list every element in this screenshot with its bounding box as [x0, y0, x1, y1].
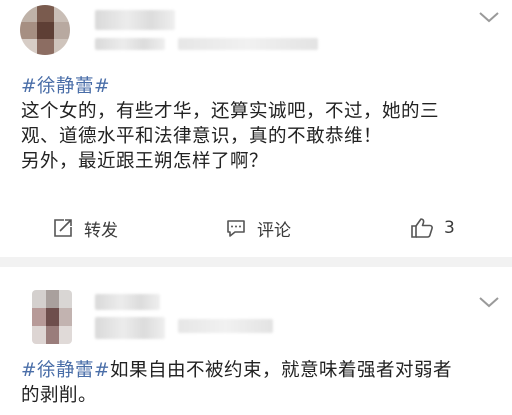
post-text-line: 这个女的，有些才华，还算实诚吧，不过，她的三 [21, 101, 440, 122]
repost-button[interactable]: 转发 [52, 208, 118, 248]
chevron-down-icon[interactable] [478, 295, 500, 309]
username-redacted[interactable] [95, 294, 160, 310]
post-text-line: 另外，最近跟王朔怎样了啊？ [21, 151, 269, 172]
post-meta-redacted [95, 38, 165, 50]
like-button[interactable]: 3 [410, 208, 455, 248]
repost-label: 转发 [84, 220, 118, 241]
post-meta-redacted [178, 38, 318, 50]
hashtag[interactable]: #徐静蕾# [21, 360, 110, 381]
post-text-line: 观、道德水平和法律意识，真的不敢恭维！ [21, 126, 383, 147]
post-meta-redacted [178, 319, 273, 333]
chevron-down-icon[interactable] [478, 10, 500, 24]
avatar[interactable] [32, 290, 72, 344]
post-text: #徐静蕾# 这个女的，有些才华，还算实诚吧，不过，她的三 观、道德水平和法律意识… [21, 74, 502, 174]
avatar[interactable] [20, 5, 70, 55]
post-1: #徐静蕾# 这个女的，有些才华，还算实诚吧，不过，她的三 观、道德水平和法律意识… [0, 0, 512, 257]
post-separator [0, 257, 512, 267]
post-text: #徐静蕾#如果自由不被约束，就意味着强者对弱者 的剥削。 [21, 358, 502, 408]
like-count: 3 [444, 218, 455, 238]
post-2: #徐静蕾#如果自由不被约束，就意味着强者对弱者 的剥削。 [0, 267, 512, 415]
post-meta-redacted [95, 317, 165, 339]
post-text-line: 如果自由不被约束，就意味着强者对弱者 [110, 360, 453, 381]
repost-icon [54, 219, 72, 237]
username-redacted[interactable] [95, 10, 175, 30]
comment-icon [227, 220, 245, 237]
hashtag[interactable]: #徐静蕾# [21, 76, 110, 97]
like-icon [411, 218, 433, 238]
comment-label: 评论 [257, 220, 291, 241]
post-text-line: 的剥削。 [21, 385, 98, 406]
comment-button[interactable]: 评论 [225, 208, 291, 248]
post-actions: 转发 评论 3 [0, 208, 512, 248]
